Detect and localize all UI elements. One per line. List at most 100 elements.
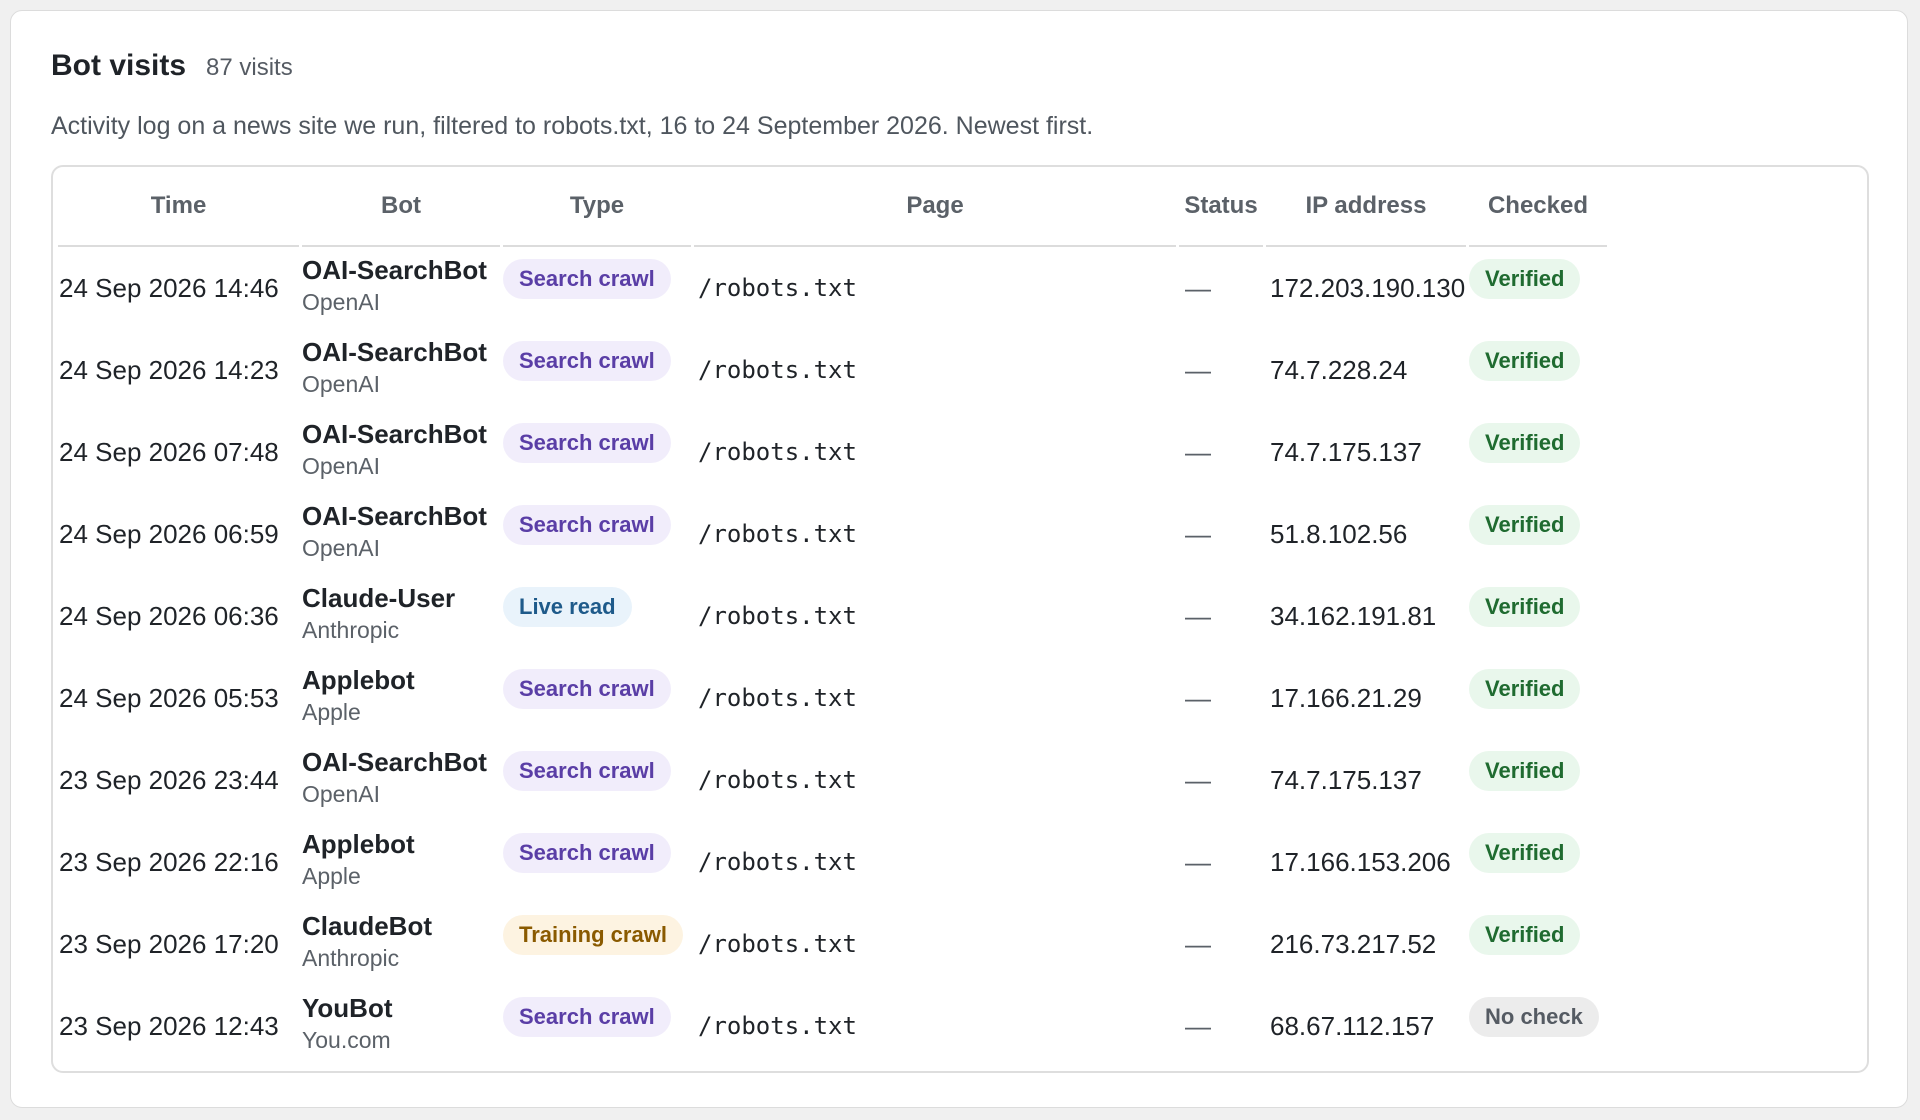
checked-badge: Verified: [1469, 258, 1581, 299]
page-path: /robots.txt: [698, 520, 857, 548]
bot-name: YouBot: [302, 993, 393, 1023]
table-row[interactable]: 24 Sep 2026 07:48 OAI-SearchBot OpenAI Sear…: [58, 411, 1607, 493]
visits-table: Time Bot Type Page Status IP address Che…: [55, 167, 1610, 1067]
table-row[interactable]: 24 Sep 2026 05:53 Applebot Apple Search cra…: [58, 657, 1607, 739]
bot-name: Applebot: [302, 665, 415, 695]
bot-cell: OAI-SearchBot OpenAI: [302, 329, 500, 411]
bot-organization: OpenAI: [302, 371, 380, 397]
ip-address: 51.8.102.56: [1270, 518, 1408, 549]
table-row[interactable]: 24 Sep 2026 14:46 OAI-SearchBot OpenAI Sear…: [58, 247, 1607, 329]
table-row[interactable]: 24 Sep 2026 06:59 OAI-SearchBot OpenAI Sear…: [58, 493, 1607, 575]
visit-count: 87 visits: [206, 54, 293, 81]
type-badge: Search crawl: [503, 504, 671, 545]
bot-cell: ClaudeBot Anthropic: [302, 903, 500, 985]
status-value: —: [1185, 1010, 1211, 1041]
checked-cell: Verified: [1469, 247, 1607, 329]
visit-time: 24 Sep 2026 14:23: [59, 354, 279, 385]
ip-address: 34.162.191.81: [1270, 600, 1437, 631]
bot-name: OAI-SearchBot: [302, 255, 487, 285]
visit-time: 24 Sep 2026 05:53: [59, 682, 279, 713]
bot-organization: Anthropic: [302, 945, 400, 971]
page-path: /robots.txt: [698, 766, 857, 794]
bot-cell: OAI-SearchBot OpenAI: [302, 739, 500, 821]
bot-cell: YouBot You.com: [302, 985, 500, 1067]
type-cell: Search crawl: [503, 739, 691, 821]
visit-time: 24 Sep 2026 07:48: [59, 436, 279, 467]
bot-organization: OpenAI: [302, 453, 380, 479]
column-header-checked[interactable]: Checked: [1469, 167, 1607, 247]
checked-cell: Verified: [1469, 657, 1607, 739]
type-badge: Search crawl: [503, 832, 671, 873]
type-cell: Search crawl: [503, 493, 691, 575]
bot-organization: Apple: [302, 699, 361, 725]
type-cell: Search crawl: [503, 657, 691, 739]
table-row[interactable]: 24 Sep 2026 06:36 Claude-User Anthropic Liv…: [58, 575, 1607, 657]
bot-organization: Apple: [302, 863, 361, 889]
checked-badge: Verified: [1469, 422, 1581, 463]
checked-cell: Verified: [1469, 821, 1607, 903]
page-path: /robots.txt: [698, 602, 857, 630]
bot-name: Claude-User: [302, 583, 456, 613]
table-row[interactable]: 23 Sep 2026 23:44 OAI-SearchBot OpenAI Sear…: [58, 739, 1607, 821]
visit-time: 23 Sep 2026 23:44: [59, 764, 279, 795]
status-value: —: [1185, 436, 1211, 467]
ip-address: 68.67.112.157: [1270, 1010, 1435, 1041]
bot-cell: Applebot Apple: [302, 657, 500, 739]
type-cell: Live read: [503, 575, 691, 657]
table-row[interactable]: 24 Sep 2026 14:23 OAI-SearchBot OpenAI Sear…: [58, 329, 1607, 411]
column-header-type[interactable]: Type: [503, 167, 691, 247]
status-value: —: [1185, 354, 1211, 385]
page-path: /robots.txt: [698, 274, 857, 302]
bot-cell: OAI-SearchBot OpenAI: [302, 247, 500, 329]
bot-organization: Anthropic: [302, 617, 400, 643]
checked-badge: Verified: [1469, 340, 1581, 381]
column-header-time[interactable]: Time: [58, 167, 299, 247]
column-header-status[interactable]: Status: [1179, 167, 1263, 247]
ip-address: 216.73.217.52: [1270, 928, 1437, 959]
visit-time: 23 Sep 2026 22:16: [59, 846, 279, 877]
visit-time: 24 Sep 2026 06:36: [59, 600, 279, 631]
table-row[interactable]: 23 Sep 2026 22:16 Applebot Apple Search cra…: [58, 821, 1607, 903]
status-value: —: [1185, 682, 1211, 713]
type-cell: Search crawl: [503, 821, 691, 903]
bot-cell: Applebot Apple: [302, 821, 500, 903]
checked-cell: Verified: [1469, 575, 1607, 657]
column-header-page[interactable]: Page: [694, 167, 1176, 247]
bot-name: ClaudeBot: [302, 911, 432, 941]
visit-time: 23 Sep 2026 17:20: [59, 928, 279, 959]
table-row[interactable]: 23 Sep 2026 17:20 ClaudeBot Anthropic Train…: [58, 903, 1607, 985]
page-path: /robots.txt: [698, 356, 857, 384]
bot-name: OAI-SearchBot: [302, 747, 487, 777]
checked-cell: Verified: [1469, 739, 1607, 821]
table-body: 24 Sep 2026 14:46 OAI-SearchBot OpenAI Sear…: [58, 247, 1607, 1067]
ip-address: 74.7.175.137: [1270, 436, 1422, 467]
checked-badge: No check: [1469, 996, 1599, 1037]
status-value: —: [1185, 600, 1211, 631]
bot-name: Applebot: [302, 829, 415, 859]
card-title: Bot visits: [51, 49, 187, 82]
status-value: —: [1185, 928, 1211, 959]
checked-cell: No check: [1469, 985, 1607, 1067]
column-header-bot[interactable]: Bot: [302, 167, 500, 247]
page-path: /robots.txt: [698, 1012, 857, 1040]
checked-badge: Verified: [1469, 586, 1581, 627]
checked-cell: Verified: [1469, 329, 1607, 411]
type-badge: Training crawl: [503, 914, 683, 955]
visits-table-container: Time Bot Type Page Status IP address Che…: [51, 165, 1869, 1073]
bot-cell: OAI-SearchBot OpenAI: [302, 493, 500, 575]
type-cell: Search crawl: [503, 411, 691, 493]
type-badge: Search crawl: [503, 422, 671, 463]
type-badge: Search crawl: [503, 668, 671, 709]
checked-badge: Verified: [1469, 832, 1581, 873]
checked-badge: Verified: [1469, 504, 1581, 545]
table-row[interactable]: 23 Sep 2026 12:43 YouBot You.com Search cra…: [58, 985, 1607, 1067]
visit-time: 24 Sep 2026 06:59: [59, 518, 279, 549]
checked-badge: Verified: [1469, 750, 1581, 791]
status-value: —: [1185, 846, 1211, 877]
column-header-ip-address[interactable]: IP address: [1266, 167, 1466, 247]
table-header-row: Time Bot Type Page Status IP address Che…: [58, 167, 1607, 247]
bot-organization: OpenAI: [302, 289, 380, 315]
checked-cell: Verified: [1469, 411, 1607, 493]
type-cell: Search crawl: [503, 329, 691, 411]
page-path: /robots.txt: [698, 848, 857, 876]
